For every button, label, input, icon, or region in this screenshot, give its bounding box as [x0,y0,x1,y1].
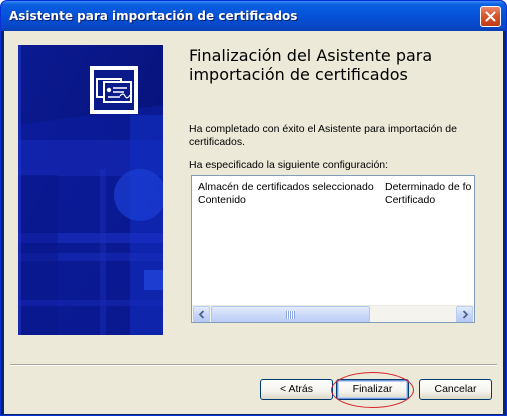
completion-message: Ha completado con éxito el Asistente par… [189,123,457,148]
scroll-right-icon [462,310,469,319]
wizard-banner [18,45,163,335]
scrollbar-grip [286,311,295,319]
wizard-client-area: Finalización del Asistente para importac… [4,31,503,414]
finish-button[interactable]: Finalizar [336,379,409,400]
scroll-left-icon [198,310,205,319]
setting-value: Determinado de fo [385,181,472,193]
close-icon [485,11,496,22]
scroll-left-button[interactable] [193,306,210,322]
back-button[interactable]: < Atrás [260,379,333,400]
wizard-heading: Finalización del Asistente para importac… [189,46,433,84]
title-bar[interactable]: Asistente para importación de certificad… [1,1,506,31]
certificate-icon [90,66,138,114]
cancel-button[interactable]: Cancelar [419,379,492,400]
wizard-window: Asistente para importación de certificad… [0,0,507,416]
setting-name: Contenido [198,194,246,206]
configuration-label: Ha especificado la siguiente configuraci… [189,159,389,171]
scrollbar-thumb[interactable] [211,306,370,322]
settings-list[interactable]: Almacén de certificados seleccionado Det… [191,175,475,323]
button-separator [10,364,497,366]
close-button[interactable] [480,6,501,27]
horizontal-scrollbar[interactable] [192,305,474,322]
window-title: Asistente para importación de certificad… [9,9,298,23]
setting-value: Certificado [385,194,436,206]
setting-name: Almacén de certificados seleccionado [198,181,374,193]
scroll-right-button[interactable] [456,306,473,322]
